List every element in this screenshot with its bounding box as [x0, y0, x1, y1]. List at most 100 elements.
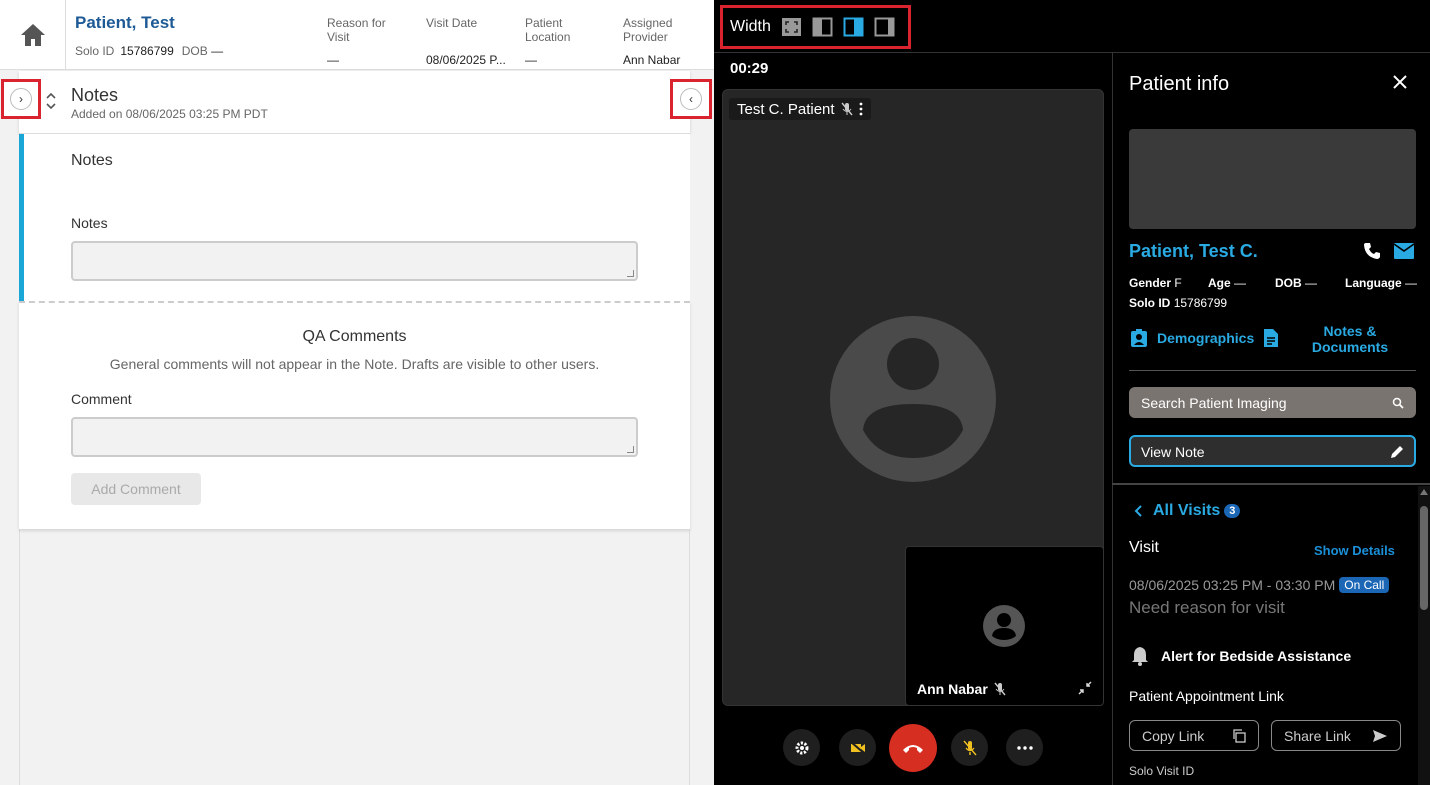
gender-value: F [1174, 276, 1182, 290]
width-label: Width [730, 18, 771, 35]
notes-textarea[interactable] [71, 241, 638, 281]
mic-off-icon [962, 740, 977, 755]
visit-label: Visit [1129, 539, 1159, 556]
appointment-link-label: Patient Appointment Link [1129, 688, 1284, 704]
clipboard-user-icon [1131, 329, 1147, 347]
gender-label: Gender [1129, 276, 1172, 290]
right-half-width-icon[interactable] [843, 17, 864, 37]
alert-label: Alert for Bedside Assistance [1161, 648, 1352, 664]
add-comment-button[interactable]: Add Comment [71, 473, 201, 505]
view-note-button[interactable]: View Note [1129, 435, 1416, 467]
more-options-button[interactable] [1006, 729, 1043, 766]
copy-link-button[interactable]: Copy Link [1129, 720, 1259, 751]
pencil-icon [1391, 446, 1403, 458]
fullscreen-width-icon[interactable] [781, 17, 802, 37]
local-participant-name: Ann Nabar [917, 681, 988, 697]
close-icon[interactable] [1390, 72, 1410, 92]
search-imaging-button[interactable]: Search Patient Imaging [1129, 387, 1416, 418]
search-icon [1392, 397, 1404, 409]
chevron-left-icon [1134, 505, 1142, 517]
notes-field-label: Notes [71, 215, 108, 231]
location-value: — [525, 53, 537, 67]
solo-id-label: Solo ID [75, 44, 115, 58]
on-call-badge: On Call [1339, 577, 1390, 593]
document-icon [1264, 329, 1279, 347]
scroll-up-icon[interactable] [1420, 489, 1428, 495]
comment-textarea[interactable] [71, 417, 638, 457]
home-icon [20, 24, 45, 46]
dob-label: DOB [1275, 276, 1302, 290]
more-vertical-icon[interactable] [859, 102, 863, 116]
notes-card-header [19, 71, 690, 133]
notes-section-title: Notes [71, 152, 113, 169]
expand-left-button[interactable]: › [1, 79, 41, 119]
qa-comments-subtitle: General comments will not appear in the … [109, 356, 600, 372]
share-link-label: Share Link [1284, 727, 1351, 744]
language-label: Language [1345, 276, 1402, 290]
reason-value: — [327, 53, 339, 67]
comment-field-label: Comment [71, 391, 132, 407]
home-button[interactable] [0, 0, 66, 70]
alert-bedside-assistance[interactable]: Alert for Bedside Assistance [1129, 645, 1351, 667]
solo-id-value: 15786799 [120, 44, 174, 58]
mic-toggle-button[interactable] [951, 729, 988, 766]
language-value: — [1405, 276, 1418, 290]
patient-name-link[interactable]: Patient, Test [75, 13, 175, 33]
collapse-right-button[interactable]: ‹ [670, 79, 712, 119]
divider [1112, 483, 1430, 485]
notes-documents-link[interactable]: Notes & Documents [1300, 323, 1400, 355]
provider-label: Assigned Provider [623, 16, 673, 44]
mic-muted-icon [994, 682, 1006, 696]
patient-photo [1129, 129, 1416, 229]
demographics-link[interactable]: Demographics [1129, 328, 1280, 348]
visit-date-value: 08/06/2025 P... [426, 53, 506, 67]
call-timer: 00:29 [730, 60, 769, 77]
narrow-width-icon[interactable] [874, 17, 895, 37]
chevron-right-icon: › [10, 88, 32, 110]
dob-label: DOB [181, 44, 208, 58]
send-icon [1373, 729, 1387, 742]
show-details-link[interactable]: Show Details [1314, 543, 1395, 558]
remote-participant-name: Test C. Patient [737, 100, 835, 118]
email-icon[interactable] [1393, 242, 1415, 260]
visit-count-badge: 3 [1224, 504, 1241, 518]
all-visits-label: All Visits [1153, 502, 1221, 519]
solo-id-value: 15786799 [1173, 296, 1228, 310]
left-half-width-icon[interactable] [812, 17, 833, 37]
scrollbar-thumb[interactable] [1420, 506, 1428, 610]
solo-id-line: Solo ID 15786799 DOB — [75, 44, 223, 58]
provider-value: Ann Nabar [623, 53, 681, 67]
patient-info-title: Patient info [1129, 73, 1230, 95]
local-participant-label: Ann Nabar [917, 681, 1006, 697]
mic-muted-icon [841, 102, 853, 116]
bell-icon [1132, 647, 1148, 666]
remote-participant-label: Test C. Patient [729, 98, 871, 120]
divider [1129, 370, 1416, 371]
patient-info-name: Patient, Test C. [1129, 241, 1258, 261]
location-label: Patient Location [525, 16, 571, 44]
minimize-icon[interactable] [1078, 681, 1092, 695]
copy-link-label: Copy Link [1142, 727, 1205, 744]
age-value: — [1234, 276, 1247, 290]
camera-off-icon [849, 740, 866, 755]
camera-toggle-button[interactable] [839, 729, 876, 766]
gear-icon [795, 741, 808, 754]
copy-icon [1233, 728, 1246, 743]
end-call-button[interactable] [889, 724, 937, 772]
visit-reason: Need reason for visit [1129, 598, 1285, 617]
visit-time-row: 08/06/2025 03:25 PM - 03:30 PM On Call [1129, 577, 1390, 593]
collapse-chevron-icon[interactable] [45, 92, 57, 110]
chevron-left-icon: ‹ [680, 88, 702, 110]
search-imaging-label: Search Patient Imaging [1141, 395, 1287, 411]
all-visits-link[interactable]: All Visits 3 [1133, 502, 1241, 520]
visit-time: 08/06/2025 03:25 PM - 03:30 PM [1129, 577, 1336, 593]
notes-card-title: Notes [71, 85, 119, 105]
settings-button[interactable] [783, 729, 820, 766]
more-horizontal-icon [1016, 745, 1033, 750]
local-avatar-icon [983, 605, 1025, 647]
phone-icon[interactable] [1362, 241, 1382, 261]
share-link-button[interactable]: Share Link [1271, 720, 1401, 751]
solo-visit-id-label: Solo Visit ID [1129, 764, 1195, 778]
view-note-label: View Note [1141, 444, 1205, 460]
reason-label: Reason for Visit [327, 16, 386, 44]
